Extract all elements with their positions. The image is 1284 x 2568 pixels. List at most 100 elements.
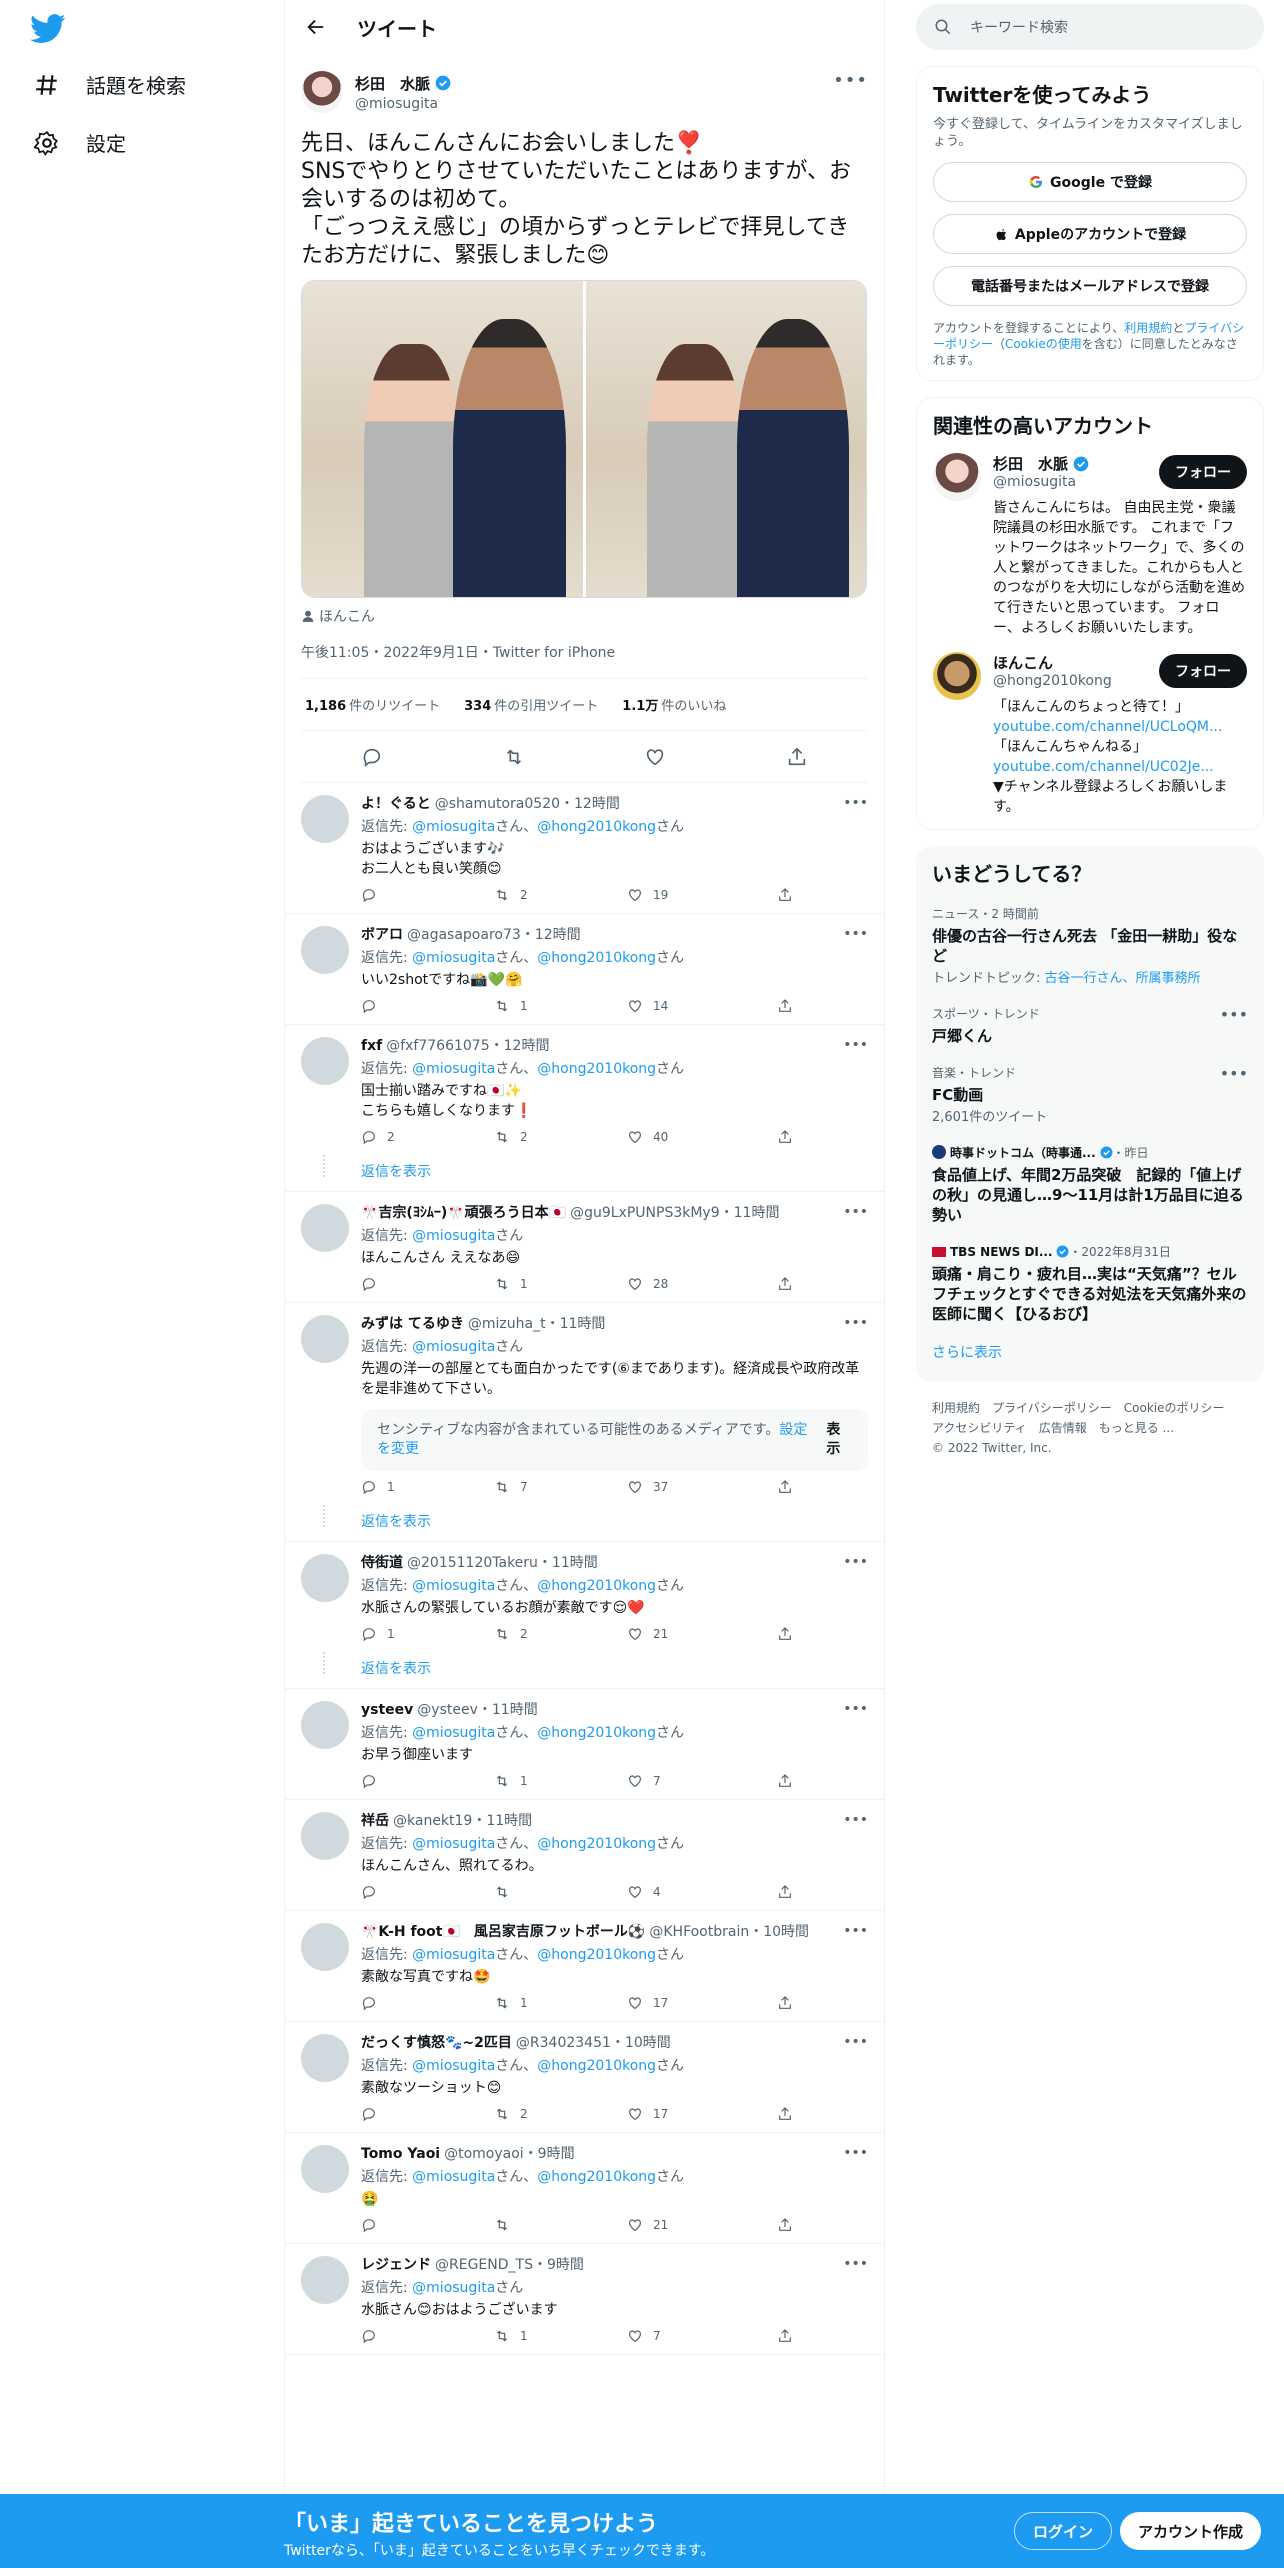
reply-button[interactable]: 2 xyxy=(361,1129,494,1145)
retweet-button[interactable]: 1 xyxy=(494,2328,627,2344)
reply-author-name[interactable]: よ！ぐると xyxy=(361,796,431,812)
mention-link[interactable]: @hong2010kong xyxy=(537,1836,656,1852)
like-icon[interactable] xyxy=(644,746,666,768)
retweet-count[interactable]: 1,186 件のリツイート xyxy=(305,695,440,714)
reply-button[interactable] xyxy=(361,1276,494,1292)
reply-tweet[interactable]: 侍街道 @20151120Takeru・11時間 ••• 返信先: @miosug… xyxy=(285,1542,884,1652)
like-count[interactable]: 1.1万 件のいいね xyxy=(622,695,726,714)
follow-button[interactable]: フォロー xyxy=(1159,455,1247,489)
reply-time[interactable]: ・11時間 xyxy=(538,1555,598,1571)
trend-item[interactable]: スポーツ・トレンド 戸郷くん ••• xyxy=(932,1005,1248,1046)
trend-item[interactable]: ニュース・2 時間前 俳優の古谷一行さん死去 「金田一耕助」役など トレンドトピ… xyxy=(932,905,1248,987)
mention-link[interactable]: @miosugita xyxy=(412,2058,495,2074)
avatar[interactable] xyxy=(301,1812,349,1860)
trend-item[interactable]: 時事ドットコム（時事通... ・昨日 食品値上げ、年間2万品突破 記録的「値上げ… xyxy=(932,1144,1248,1225)
tweet-media[interactable] xyxy=(301,280,867,598)
reply-tweet[interactable]: 🎌吉宗(ﾖｼﾑｰ)🎌頑張ろう日本🇯🇵 @gu9LxPUNPS3kMy9・11時間 … xyxy=(285,1192,884,1303)
like-button[interactable]: 7 xyxy=(627,1773,777,1789)
share-icon[interactable] xyxy=(786,746,808,768)
show-more-trends[interactable]: さらに表示 xyxy=(932,1342,1248,1362)
footer-link[interactable]: 広告情報 xyxy=(1039,1418,1087,1438)
reply-author-name[interactable]: fxf xyxy=(361,1038,382,1054)
like-button[interactable]: 21 xyxy=(627,1626,777,1642)
reply-time[interactable]: ・12時間 xyxy=(490,1038,550,1054)
reply-time[interactable]: ・9時間 xyxy=(533,2257,584,2273)
like-button[interactable]: 19 xyxy=(627,887,777,903)
reply-author-name[interactable]: レジェンド xyxy=(361,2257,431,2273)
reply-tweet[interactable]: みずは てるゆき @mizuha_t・11時間 ••• 返信先: @miosugi… xyxy=(285,1303,884,1505)
retweet-button[interactable] xyxy=(494,2217,627,2233)
more-options-icon[interactable]: ••• xyxy=(843,1204,868,1220)
reply-author-handle[interactable]: @agasapoaro73 xyxy=(407,927,521,943)
reply-tweet[interactable]: ysteev @ysteev・11時間 ••• 返信先: @miosugitaさん… xyxy=(285,1689,884,1800)
mention-link[interactable]: @hong2010kong xyxy=(537,819,656,835)
retweet-button[interactable]: 2 xyxy=(494,1626,627,1642)
reply-tweet[interactable]: よ！ぐると @shamutora0520・12時間 ••• 返信先: @miosu… xyxy=(285,783,884,914)
reply-author-name[interactable]: だっくす慎怒🐾~2匹目 xyxy=(361,2035,512,2051)
reply-time[interactable]: ・9時間 xyxy=(524,2146,575,2162)
account-name[interactable]: 杉田 水脈 xyxy=(993,453,1068,474)
avatar[interactable] xyxy=(933,453,981,501)
reply-author-handle[interactable]: @KHFootbrain xyxy=(649,1924,749,1940)
reply-author-handle[interactable]: @mizuha_t xyxy=(468,1316,546,1332)
reply-button[interactable]: 1 xyxy=(361,1479,494,1495)
youtube-link[interactable]: youtube.com/channel/UCLoQM... xyxy=(993,719,1222,735)
reply-button[interactable] xyxy=(361,2217,494,2233)
account-item[interactable]: 杉田 水脈 @miosugita 皆さんこんにちは。 自由民主党・衆議院議員の杉… xyxy=(933,453,1247,638)
author-handle[interactable]: @miosugita xyxy=(355,96,451,112)
reply-time[interactable]: ・11時間 xyxy=(478,1702,538,1718)
nav-explore[interactable]: 話題を検索 xyxy=(34,70,186,99)
terms-link[interactable]: 利用規約 xyxy=(1124,321,1172,335)
reply-author-handle[interactable]: @gu9LxPUNPS3kMy9 xyxy=(570,1205,720,1221)
reply-author-name[interactable]: みずは てるゆき xyxy=(361,1316,464,1332)
reply-author-handle[interactable]: @ysteev xyxy=(417,1702,478,1718)
more-options-icon[interactable]: ••• xyxy=(843,1701,868,1717)
share-button[interactable] xyxy=(777,1995,793,2011)
show-media-button[interactable]: 表示 xyxy=(810,1421,852,1459)
footer-link[interactable]: 利用規約 xyxy=(932,1398,980,1418)
account-name[interactable]: ほんこん xyxy=(993,652,1053,673)
avatar[interactable] xyxy=(301,1554,349,1602)
retweet-button[interactable]: 1 xyxy=(494,1276,627,1292)
reply-button[interactable] xyxy=(361,1995,494,2011)
mention-link[interactable]: @miosugita xyxy=(412,1061,495,1077)
mention-link[interactable]: @miosugita xyxy=(412,2169,495,2185)
reply-author-handle[interactable]: @R34023451 xyxy=(516,2035,611,2051)
retweet-button[interactable]: 1 xyxy=(494,1995,627,2011)
google-signup-button[interactable]: Google で登録 xyxy=(933,162,1247,202)
show-replies-link[interactable]: 返信を表示 xyxy=(285,1652,884,1689)
reply-tweet[interactable]: Tomo Yaoi @tomoyaoi・9時間 ••• 返信先: @miosugi… xyxy=(285,2133,884,2244)
tagged-user[interactable]: ほんこん xyxy=(301,606,868,626)
tweet-photo-1[interactable] xyxy=(302,281,583,597)
avatar[interactable] xyxy=(933,652,981,700)
reply-author-handle[interactable]: @fxf77661075 xyxy=(386,1038,489,1054)
follow-button[interactable]: フォロー xyxy=(1159,654,1247,688)
more-options-icon[interactable]: ••• xyxy=(843,1923,868,1939)
reply-tweet[interactable]: 祥岳 @kanekt19・11時間 ••• 返信先: @miosugitaさん、@… xyxy=(285,1800,884,1911)
more-options-icon[interactable]: ••• xyxy=(1220,1005,1248,1024)
author-name[interactable]: 杉田 水脈 xyxy=(355,73,430,94)
more-options-icon[interactable]: ••• xyxy=(843,1037,868,1053)
search-input[interactable]: キーワード検索 xyxy=(916,4,1264,50)
footer-link[interactable]: © 2022 Twitter, Inc. xyxy=(932,1438,1052,1458)
reply-author-handle[interactable]: @20151120Takeru xyxy=(407,1555,538,1571)
mention-link[interactable]: @hong2010kong xyxy=(537,950,656,966)
account-item[interactable]: ほんこん @hong2010kong 「ほんこんのちょっと待て！」 youtube… xyxy=(933,652,1247,817)
cookie-link[interactable]: Cookieの使用 xyxy=(1005,337,1082,351)
mention-link[interactable]: @miosugita xyxy=(412,950,495,966)
retweet-icon[interactable] xyxy=(503,746,525,768)
like-button[interactable]: 21 xyxy=(627,2217,777,2233)
share-button[interactable] xyxy=(777,1479,793,1495)
reply-tweet[interactable]: ボアロ @agasapoaro73・12時間 ••• 返信先: @miosugit… xyxy=(285,914,884,1025)
share-button[interactable] xyxy=(777,1276,793,1292)
like-button[interactable]: 37 xyxy=(627,1479,777,1495)
quote-count[interactable]: 334 件の引用ツイート xyxy=(464,695,598,714)
reply-author-name[interactable]: ysteev xyxy=(361,1702,413,1718)
back-arrow-icon[interactable] xyxy=(305,16,327,38)
like-button[interactable]: 28 xyxy=(627,1276,777,1292)
like-button[interactable]: 7 xyxy=(627,2328,777,2344)
nav-settings[interactable]: 設定 xyxy=(34,128,126,157)
mention-link[interactable]: @hong2010kong xyxy=(537,1725,656,1741)
twitter-logo-icon[interactable] xyxy=(30,14,66,44)
more-options-icon[interactable]: ••• xyxy=(833,70,868,91)
